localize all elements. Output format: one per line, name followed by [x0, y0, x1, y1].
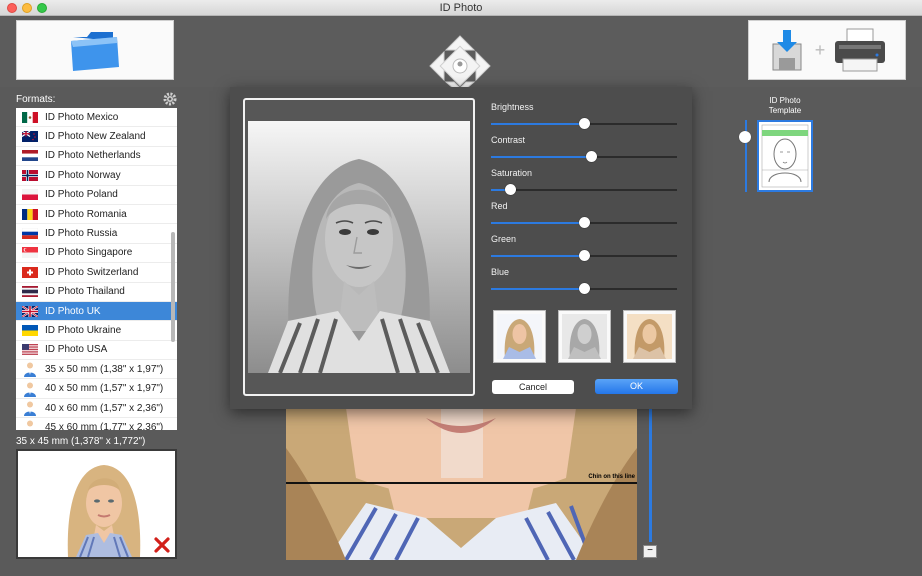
brightness-slider[interactable]: Brightness — [491, 102, 677, 129]
blue-knob[interactable] — [579, 283, 590, 294]
adjust-image-dialog: Brightness Contrast Saturation Red Green — [230, 87, 692, 409]
green-track[interactable] — [491, 250, 677, 261]
red-slider[interactable]: Red — [491, 201, 677, 228]
open-file-button[interactable] — [16, 20, 174, 80]
format-item-romania[interactable]: ID Photo Romania — [16, 205, 177, 225]
format-item-45x60[interactable]: 45 x 60 mm (1,77" x 2,36") — [16, 418, 177, 430]
format-item-35x50[interactable]: 35 x 50 mm (1,38" x 1,97") — [16, 360, 177, 380]
person-icon — [24, 401, 36, 417]
main-photo-canvas[interactable]: Chin on this line — [286, 408, 637, 560]
preview-portrait — [58, 457, 150, 557]
close-window-button[interactable] — [7, 3, 17, 13]
grayscale-preset-button[interactable] — [558, 310, 611, 363]
format-item-norway[interactable]: ID Photo Norway — [16, 166, 177, 186]
toolbar: + — [0, 17, 922, 95]
main-portrait — [286, 408, 637, 560]
template-thumbnail[interactable] — [757, 120, 813, 192]
template-slider-knob[interactable] — [739, 131, 751, 143]
blue-slider[interactable]: Blue — [491, 267, 677, 294]
flag-switzerland-icon — [22, 266, 38, 278]
format-item-new-zealand[interactable]: ID Photo New Zealand — [16, 127, 177, 147]
format-item-40x50[interactable]: 40 x 50 mm (1,57" x 1,97") — [16, 379, 177, 399]
dialog-preview-portrait — [248, 121, 470, 373]
contrast-slider[interactable]: Contrast — [491, 135, 677, 162]
person-icon — [24, 362, 36, 378]
red-knob[interactable] — [579, 217, 590, 228]
flag-singapore-icon — [22, 247, 38, 259]
brightness-fill — [491, 123, 584, 125]
contrast-knob[interactable] — [586, 151, 598, 162]
saturation-slider[interactable]: Saturation — [491, 168, 677, 195]
saturation-knob[interactable] — [504, 184, 516, 195]
flag-uk-icon — [22, 305, 38, 317]
zoom-window-button[interactable] — [37, 3, 47, 13]
person-icon — [27, 420, 33, 430]
person-icon — [24, 382, 36, 397]
flag-netherlands-icon — [22, 150, 38, 162]
printer-icon — [835, 28, 886, 72]
remove-x-icon[interactable] — [154, 537, 170, 553]
format-item-thailand[interactable]: ID Photo Thailand — [16, 283, 177, 302]
formats-list[interactable]: ID Photo Mexico ID Photo New Zealand ID … — [16, 108, 177, 430]
save-icon — [772, 30, 802, 71]
formats-label: Formats: — [16, 94, 56, 105]
plus-icon: + — [814, 39, 826, 60]
zoom-out-button[interactable]: − — [643, 545, 657, 558]
gear-icon[interactable] — [163, 92, 177, 106]
dialog-preview-frame — [243, 98, 475, 396]
flag-norway-icon — [22, 169, 38, 181]
green-slider[interactable]: Green — [491, 234, 677, 261]
format-item-poland[interactable]: ID Photo Poland — [16, 186, 177, 205]
save-print-button[interactable]: + — [748, 20, 906, 80]
flag-mexico-icon — [22, 111, 38, 123]
saturation-track[interactable] — [491, 184, 677, 195]
chin-guide-label: Chin on this line — [588, 474, 635, 480]
chin-guide-line[interactable] — [286, 482, 637, 484]
format-item-usa[interactable]: ID Photo USA — [16, 341, 177, 361]
green-knob[interactable] — [579, 250, 590, 261]
flag-romania-icon — [22, 208, 38, 220]
flag-poland-icon — [22, 189, 38, 201]
cancel-button[interactable]: Cancel — [492, 380, 574, 394]
sepia-preset-thumbnail — [627, 314, 672, 359]
flag-thailand-icon — [22, 286, 38, 298]
format-item-ukraine[interactable]: ID Photo Ukraine — [16, 321, 177, 341]
minimize-window-button[interactable] — [22, 3, 32, 13]
red-track[interactable] — [491, 217, 677, 228]
color-preset-thumbnail — [497, 314, 542, 359]
blue-track[interactable] — [491, 283, 677, 294]
blue-fill — [491, 288, 584, 290]
window-title: ID Photo — [439, 2, 483, 14]
format-item-netherlands[interactable]: ID Photo Netherlands — [16, 147, 177, 167]
zoom-slider-track[interactable] — [649, 408, 652, 542]
flag-russia-icon — [22, 228, 38, 240]
flag-usa-icon — [22, 344, 38, 356]
ok-button[interactable]: OK — [595, 379, 678, 394]
green-fill — [491, 255, 584, 257]
format-item-mexico[interactable]: ID Photo Mexico — [16, 108, 177, 128]
brightness-knob[interactable] — [579, 118, 590, 129]
grayscale-preset-thumbnail — [562, 314, 607, 359]
folder-icon — [71, 32, 119, 71]
template-label: ID Photo Template — [768, 96, 802, 115]
format-item-40x60[interactable]: 40 x 60 mm (1,57" x 2,36") — [16, 399, 177, 419]
formats-scrollbar[interactable] — [171, 232, 175, 342]
face-template-icon — [759, 122, 811, 190]
flag-ukraine-icon — [22, 324, 38, 336]
format-item-uk[interactable]: ID Photo UK — [16, 301, 177, 322]
brightness-track[interactable] — [491, 118, 677, 129]
contrast-track[interactable] — [491, 151, 677, 162]
format-preview — [16, 449, 177, 559]
contrast-fill — [491, 156, 592, 158]
sepia-preset-button[interactable] — [623, 310, 676, 363]
title-bar: ID Photo — [0, 0, 922, 16]
format-item-switzerland[interactable]: ID Photo Switzerland — [16, 263, 177, 283]
selected-size-label: 35 x 45 mm (1,378" x 1,772") — [16, 436, 146, 447]
red-fill — [491, 222, 584, 224]
flag-new-zealand-icon — [22, 131, 38, 143]
format-item-singapore[interactable]: ID Photo Singapore — [16, 244, 177, 264]
format-item-russia[interactable]: ID Photo Russia — [16, 224, 177, 244]
color-preset-button[interactable] — [493, 310, 546, 363]
